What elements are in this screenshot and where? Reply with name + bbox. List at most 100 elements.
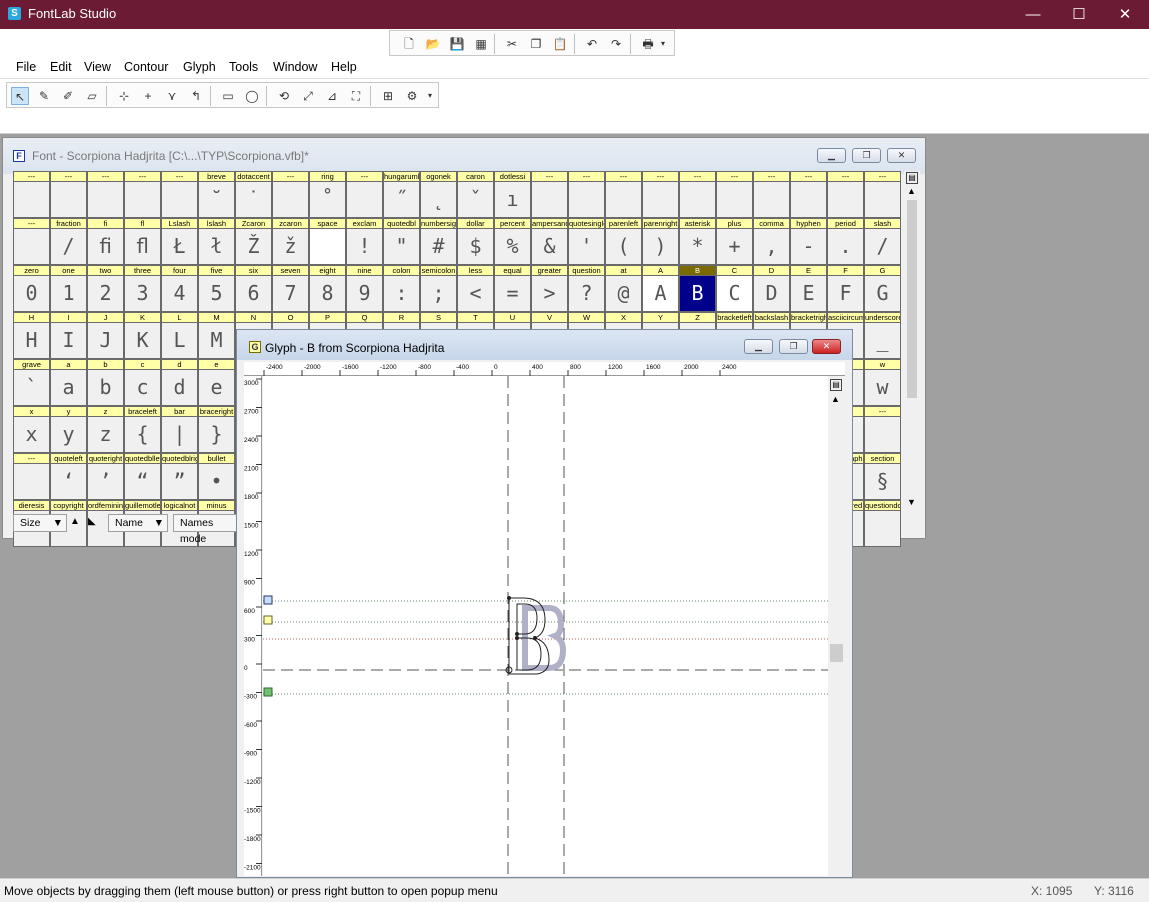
glyph-cell[interactable]: zz bbox=[87, 406, 124, 453]
transform-tool-icon[interactable]: ⛶ bbox=[347, 87, 365, 105]
glyph-cell[interactable]: percent% bbox=[494, 218, 531, 265]
save-all-icon[interactable]: ▦ bbox=[472, 35, 490, 53]
zone-marker-xheight[interactable] bbox=[263, 615, 273, 625]
scale-tool-icon[interactable]: ⤢ bbox=[299, 87, 317, 105]
glyph-cell[interactable]: --- bbox=[864, 406, 901, 453]
glyph-cell[interactable]: nine 9 bbox=[346, 265, 383, 312]
glyph-cell[interactable]: --- bbox=[272, 171, 309, 218]
minimize-button[interactable]: — bbox=[1010, 0, 1056, 29]
glyph-cell[interactable]: --- bbox=[531, 171, 568, 218]
glyph-cell[interactable]: --- bbox=[864, 171, 901, 218]
glyph-window-scrollbar[interactable]: ▤ ▲ bbox=[828, 376, 844, 876]
hint-options-icon[interactable]: ⚙ bbox=[403, 87, 421, 105]
glyph-cell[interactable]: space bbox=[309, 218, 346, 265]
menu-window[interactable]: Window bbox=[273, 60, 317, 74]
glyph-cell[interactable]: --- bbox=[13, 218, 50, 265]
glyph-cell[interactable]: four 4 bbox=[161, 265, 198, 312]
glyph-cell[interactable]: seven 7 bbox=[272, 265, 309, 312]
glyph-cell[interactable]: GG bbox=[864, 265, 901, 312]
glyph-cell[interactable]: ring ˚ bbox=[309, 171, 346, 218]
glyph-cell[interactable]: fraction / bbox=[50, 218, 87, 265]
metrics-icon[interactable]: ▲ bbox=[70, 516, 84, 530]
glyph-cell[interactable]: KK bbox=[124, 312, 161, 359]
glyph-node[interactable] bbox=[515, 632, 519, 636]
tools-dropdown-icon[interactable]: ▾ bbox=[425, 87, 435, 105]
glyph-cell[interactable]: cc bbox=[124, 359, 161, 406]
glyph-cell[interactable]: --- bbox=[568, 171, 605, 218]
glyph-window-close-button[interactable]: ✕ bbox=[812, 339, 841, 354]
glyph-cell[interactable]: dd bbox=[161, 359, 198, 406]
menu-glyph[interactable]: Glyph bbox=[183, 60, 216, 74]
glyph-cell[interactable]: dotaccent ˙ bbox=[235, 171, 272, 218]
glyph-cell[interactable]: fi ﬁ bbox=[87, 218, 124, 265]
glyph-cell[interactable]: aa bbox=[50, 359, 87, 406]
glyph-cell[interactable]: AA bbox=[642, 265, 679, 312]
glyph-cell[interactable]: quotesingle ' bbox=[568, 218, 605, 265]
glyph-cell[interactable]: DD bbox=[753, 265, 790, 312]
glyph-cell[interactable]: --- bbox=[642, 171, 679, 218]
glyph-cell[interactable]: braceright} bbox=[198, 406, 235, 453]
glyph-cell[interactable]: CC bbox=[716, 265, 753, 312]
glyph-cell[interactable]: --- bbox=[13, 453, 50, 500]
glyph-cell[interactable]: dotlessi ı bbox=[494, 171, 531, 218]
zone-marker-bottom[interactable] bbox=[263, 687, 273, 697]
glyph-cell[interactable]: three 3 bbox=[124, 265, 161, 312]
rotate-tool-icon[interactable]: ⟲ bbox=[275, 87, 293, 105]
glyph-options-icon[interactable]: ▤ bbox=[830, 379, 842, 391]
menu-view[interactable]: View bbox=[84, 60, 111, 74]
print-icon[interactable]: 🖶 bbox=[639, 35, 657, 53]
scroll-up-icon[interactable]: ▲ bbox=[831, 394, 840, 404]
glyph-cell[interactable]: quoteleft ‘ bbox=[50, 453, 87, 500]
metrics-alt-icon[interactable]: ◣ bbox=[88, 516, 102, 530]
glyph-cell[interactable]: parenright) bbox=[642, 218, 679, 265]
pointer-tool-icon[interactable]: ↖ bbox=[11, 87, 29, 105]
font-window-scrollbar[interactable]: ▤ ▲ ▼ bbox=[904, 171, 920, 511]
glyph-cell[interactable]: --- bbox=[50, 171, 87, 218]
glyph-edit-canvas[interactable] bbox=[263, 376, 828, 876]
undo-icon[interactable]: ↶ bbox=[583, 35, 601, 53]
glyph-cell[interactable]: bar | bbox=[161, 406, 198, 453]
glyph-cell[interactable]: ee bbox=[198, 359, 235, 406]
glyph-cell[interactable]: breve ˘ bbox=[198, 171, 235, 218]
glyph-cell[interactable]: --- bbox=[716, 171, 753, 218]
glyph-cell[interactable]: semicolon; bbox=[420, 265, 457, 312]
glyph-cell[interactable]: less < bbox=[457, 265, 494, 312]
glyph-cell[interactable]: ww bbox=[864, 359, 901, 406]
hint-tool-icon[interactable]: ⊞ bbox=[379, 87, 397, 105]
font-window-minimize-button[interactable]: ▁ bbox=[817, 148, 846, 163]
glyph-cell[interactable]: slash / bbox=[864, 218, 901, 265]
glyph-cell[interactable]: six 6 bbox=[235, 265, 272, 312]
add-curve-tool-icon[interactable]: ⋎ bbox=[163, 87, 181, 105]
glyph-cell[interactable]: II bbox=[50, 312, 87, 359]
slant-tool-icon[interactable]: ⊿ bbox=[323, 87, 341, 105]
add-node-tool-icon[interactable]: ⊹ bbox=[115, 87, 133, 105]
glyph-cell[interactable]: exclam! bbox=[346, 218, 383, 265]
glyph-cell[interactable]: zcaron ž bbox=[272, 218, 309, 265]
redo-icon[interactable]: ↷ bbox=[607, 35, 625, 53]
glyph-cell[interactable]: five 5 bbox=[198, 265, 235, 312]
glyph-cell[interactable]: bullet • bbox=[198, 453, 235, 500]
glyph-cell[interactable]: FF bbox=[827, 265, 864, 312]
size-dropdown[interactable]: Size ▼ bbox=[13, 514, 67, 532]
glyph-cell[interactable]: fl ﬂ bbox=[124, 218, 161, 265]
menu-tools[interactable]: Tools bbox=[229, 60, 258, 74]
glyph-cell[interactable]: Lslash Ł bbox=[161, 218, 198, 265]
scroll-thumb[interactable] bbox=[830, 644, 843, 662]
save-icon[interactable]: 💾 bbox=[448, 35, 466, 53]
menu-help[interactable]: Help bbox=[331, 60, 357, 74]
rectangle-tool-icon[interactable]: ▭ bbox=[219, 87, 237, 105]
glyph-cell[interactable]: HH bbox=[13, 312, 50, 359]
glyph-cell[interactable]: --- bbox=[346, 171, 383, 218]
glyph-cell[interactable]: hyphen - bbox=[790, 218, 827, 265]
print-dropdown-icon[interactable]: ▾ bbox=[658, 35, 668, 53]
glyph-cell[interactable]: quoteright ’ bbox=[87, 453, 124, 500]
cut-icon[interactable]: ✂ bbox=[503, 35, 521, 53]
zone-marker-top[interactable] bbox=[263, 595, 273, 605]
new-file-icon[interactable]: 🗋 bbox=[400, 35, 418, 53]
scroll-thumb[interactable] bbox=[907, 200, 917, 398]
eraser-tool-icon[interactable]: ✎ bbox=[35, 87, 53, 105]
glyph-cell[interactable]: dollar $ bbox=[457, 218, 494, 265]
glyph-cell[interactable]: hungarumlaut ˝ bbox=[383, 171, 420, 218]
open-folder-icon[interactable]: 📂 bbox=[424, 35, 442, 53]
glyph-node[interactable] bbox=[515, 636, 519, 640]
